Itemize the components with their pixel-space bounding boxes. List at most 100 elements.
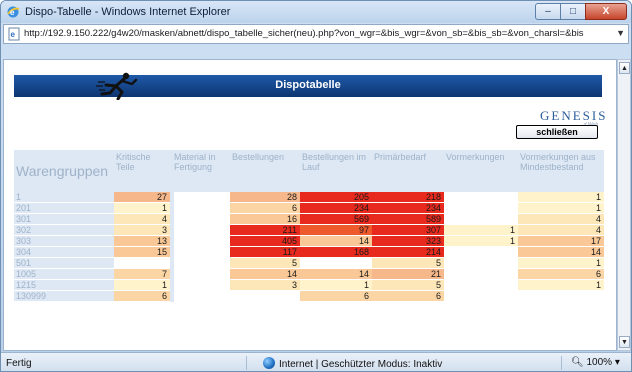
table-cell xyxy=(170,235,230,247)
table-row: 302 3 211 97 307 1 4 xyxy=(14,224,604,236)
vertical-scrollbar[interactable]: ▲ ▼ xyxy=(617,59,631,351)
schliessen-button[interactable]: schließen xyxy=(516,125,598,139)
table-cell: 3 xyxy=(114,224,172,236)
table-cell: 1 xyxy=(518,279,604,291)
row-label: 1 xyxy=(14,192,114,203)
row-label: 301 xyxy=(14,213,114,225)
status-bar: Fertig Internet | Geschützter Modus: Ina… xyxy=(1,352,631,371)
table-cell xyxy=(170,279,230,291)
table-cell: 14 xyxy=(300,235,372,247)
table-cell: 7 xyxy=(114,268,172,280)
table-cell xyxy=(444,213,518,225)
zoom-control[interactable]: 🔍︎ 100% ▾ xyxy=(571,357,620,368)
table-cell: 323 xyxy=(372,235,444,247)
scroll-up-icon[interactable]: ▲ xyxy=(619,62,630,74)
row-label: 303 xyxy=(14,235,114,247)
table-row: 303 13 405 14 323 1 17 xyxy=(14,235,604,247)
column-header: Bestellungen xyxy=(230,150,300,192)
status-separator xyxy=(561,356,562,370)
table-cell: 4 xyxy=(114,213,172,225)
runner-logo-icon xyxy=(96,72,138,100)
table-row: 201 1 6 234 234 1 xyxy=(14,202,604,214)
table-cell: 405 xyxy=(230,235,300,247)
table-cell xyxy=(170,246,230,258)
page-viewport: Dispotabelle GENESIS d Web schließen War… xyxy=(3,59,617,351)
table-cell: 6 xyxy=(372,290,444,302)
table-cell: 5 xyxy=(372,257,444,269)
table-cell xyxy=(170,290,230,302)
address-dropdown-icon[interactable]: ▼ xyxy=(616,28,625,38)
table-header-row: Warengruppen Kritische Teile Material in F… xyxy=(14,150,604,192)
address-bar[interactable]: e http://192.9.150.222/g4w20/masken/abne… xyxy=(3,24,629,44)
table-cell xyxy=(170,202,230,214)
column-header-warengruppen: Warengruppen xyxy=(14,150,114,192)
table-cell: 1 xyxy=(518,192,604,203)
table-cell: 1 xyxy=(444,224,518,236)
maximize-button[interactable]: □ xyxy=(560,3,586,20)
table-cell xyxy=(170,257,230,269)
table-cell: 214 xyxy=(372,246,444,258)
internet-explorer-icon: e xyxy=(7,6,20,18)
table-cell: 14 xyxy=(300,268,372,280)
table-cell xyxy=(170,213,230,225)
table-cell xyxy=(170,192,230,203)
table-cell: 205 xyxy=(300,192,372,203)
column-header: Vormerkungen xyxy=(444,150,518,192)
table-cell: 4 xyxy=(518,213,604,225)
page-icon: e xyxy=(8,27,20,41)
table-row: 301 4 16 569 589 4 xyxy=(14,213,604,225)
url-field[interactable]: http://192.9.150.222/g4w20/masken/abnett… xyxy=(24,28,614,39)
table-cell xyxy=(518,290,604,302)
table-cell: 168 xyxy=(300,246,372,258)
dispo-table: Warengruppen Kritische Teile Material in F… xyxy=(14,150,604,302)
table-cell: 28 xyxy=(230,192,300,203)
table-cell: 5 xyxy=(372,279,444,291)
minimize-button[interactable]: – xyxy=(535,3,561,20)
scroll-down-icon[interactable]: ▼ xyxy=(619,336,630,348)
table-cell: 14 xyxy=(518,246,604,258)
table-cell xyxy=(444,290,518,302)
security-zone-label: Internet | Geschützter Modus: Inaktiv xyxy=(279,359,443,370)
row-label: 1005 xyxy=(14,268,114,280)
table-cell: 1 xyxy=(444,235,518,247)
table-cell: 16 xyxy=(230,213,300,225)
table-cell xyxy=(444,257,518,269)
row-label: 201 xyxy=(14,202,114,214)
row-label: 501 xyxy=(14,257,114,269)
window-title: Dispo-Tabelle - Windows Internet Explore… xyxy=(25,6,231,18)
table-cell: 211 xyxy=(230,224,300,236)
table-cell xyxy=(444,202,518,214)
globe-icon xyxy=(263,357,275,369)
table-cell: 1 xyxy=(114,202,172,214)
table-cell xyxy=(444,192,518,203)
table-cell: 234 xyxy=(300,202,372,214)
table-cell: 14 xyxy=(230,268,300,280)
browser-window: e Dispo-Tabelle - Windows Internet Explo… xyxy=(0,0,632,372)
row-label: 130999 xyxy=(14,290,114,302)
table-cell: 1 xyxy=(300,279,372,291)
window-controls: – □ X xyxy=(535,3,627,21)
security-zone[interactable]: Internet | Geschützter Modus: Inaktiv xyxy=(263,357,442,370)
table-cell: 1 xyxy=(518,202,604,214)
table-cell xyxy=(114,257,172,269)
column-header: Vormerkungen aus Mindestbestand xyxy=(518,150,604,192)
table-cell: 15 xyxy=(114,246,172,258)
table-row: 304 15 117 168 214 14 xyxy=(14,246,604,258)
status-separator xyxy=(246,356,247,370)
column-header: Kritische Teile xyxy=(114,150,172,192)
title-bar: e Dispo-Tabelle - Windows Internet Explo… xyxy=(1,1,631,23)
column-header: Material in Fertigung xyxy=(172,150,230,192)
row-label: 1215 xyxy=(14,279,114,291)
close-window-button[interactable]: X xyxy=(585,3,627,20)
table-cell: 6 xyxy=(518,268,604,280)
table-cell: 27 xyxy=(114,192,172,203)
table-row: 130999 6 6 6 xyxy=(14,290,604,302)
table-cell: 4 xyxy=(518,224,604,236)
column-header: Bestellungen im Lauf xyxy=(300,150,372,192)
table-cell: 1 xyxy=(518,257,604,269)
column-header: Primärbedarf xyxy=(372,150,444,192)
table-cell xyxy=(444,246,518,258)
table-cell: 1 xyxy=(114,279,172,291)
table-cell: 6 xyxy=(230,202,300,214)
table-cell: 589 xyxy=(372,213,444,225)
